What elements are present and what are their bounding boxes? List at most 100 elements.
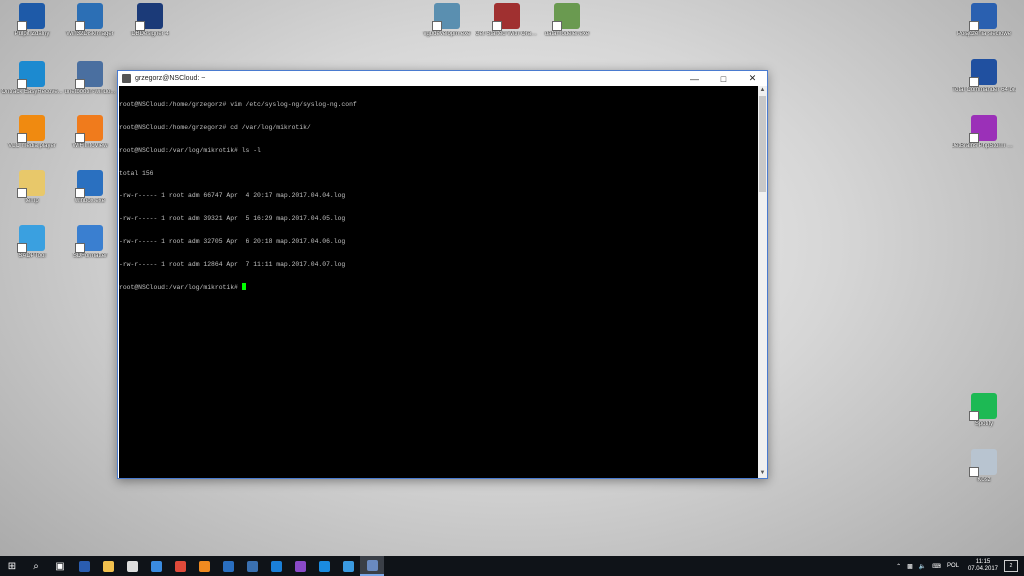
- taskbar-vpn-app-button[interactable]: [216, 556, 240, 576]
- winbox-icon: [75, 170, 103, 198]
- network-app-icon: [246, 560, 258, 572]
- desktop-icon-sdformatter[interactable]: SDFormatter: [58, 225, 122, 260]
- sdformatter-icon: [75, 225, 103, 253]
- desktop-icon-label: Ontrack EasyRecove...: [1, 89, 63, 95]
- terminal-prompt: root@NSCloud:/var/log/mikrotik#: [119, 284, 242, 292]
- chrome-icon: [174, 560, 186, 572]
- taskbar-internet-explorer-button[interactable]: [144, 556, 168, 576]
- save-app-icon: [78, 560, 90, 572]
- desktop-icon-temp[interactable]: temp: [0, 170, 64, 205]
- desktop-icon-pulpit[interactable]: Pulpit Zdalny: [0, 3, 64, 38]
- ontrack-icon: [17, 61, 45, 89]
- desktop-icon-label: Win32DiskImager: [66, 31, 114, 37]
- clock-date: 07.04.2017: [967, 566, 998, 572]
- system-tray: ⌃ ▩ 🔈 ⌨ POL 11:15 07.04.2017 2: [893, 556, 1024, 576]
- taskbar-firefox-button[interactable]: [192, 556, 216, 576]
- remote-desktop-taskbar-icon: [342, 560, 354, 572]
- clock[interactable]: 11:15 07.04.2017: [968, 559, 998, 573]
- vlc-icon: [17, 115, 45, 143]
- desktop-icon-vlc[interactable]: VLC media player: [0, 115, 64, 150]
- clock-time: 11:15: [975, 559, 991, 565]
- taskbar-save-app-button[interactable]: [72, 556, 96, 576]
- desktop-icon-phpstorm[interactable]: JetBrains PhpStorm 2016.3.2: [952, 115, 1016, 150]
- taskbar-visual-studio-button[interactable]: [288, 556, 312, 576]
- wifi-icon: [75, 115, 103, 143]
- taskbar-start-windows-button[interactable]: ⊞: [0, 556, 24, 576]
- desktop-icon-unetbootin[interactable]: unetbootin-windo...: [58, 61, 122, 96]
- terminal-line: root@NSCloud:/home/grzegorz# vim /etc/sy…: [119, 101, 357, 109]
- desktop-icon-wifi[interactable]: WiFiInfoView: [58, 115, 122, 150]
- taskbar-tablet-app-button[interactable]: [120, 556, 144, 576]
- start-windows-icon: ⊞: [7, 560, 17, 572]
- terminal-prompt-line: root@NSCloud:/var/log/mikrotik#: [119, 283, 758, 292]
- minimize-button[interactable]: —: [680, 71, 709, 86]
- desktop-icon-sadp[interactable]: SADPTool: [0, 225, 64, 260]
- desktop-icon-label: Get Started With Oracle Database 11g: [475, 31, 539, 37]
- desktop-icon-ontrack[interactable]: Ontrack EasyRecove...: [0, 61, 64, 96]
- scroll-down-icon[interactable]: ▼: [758, 469, 767, 478]
- taskbar: ⊞ ⌕ ▣ ⌃ ▩ 🔈 ⌨ POL 11:15 07.04.2017 2: [0, 556, 1024, 576]
- desktop-icon-label: SDFormatter: [72, 253, 108, 259]
- terminal-title: grzegorz@NSCloud: ~: [135, 75, 206, 82]
- data-modeler-icon: [552, 3, 580, 31]
- desktop-icon-datamodeler[interactable]: datamodeler.exe: [535, 3, 599, 38]
- desktop-icon-label: Kosz: [977, 477, 991, 483]
- remote-desktop-icon: [17, 3, 45, 31]
- taskbar-teamviewer-button[interactable]: [264, 556, 288, 576]
- desktop-icon-vsbg[interactable]: vgbdevelopm.exe: [415, 3, 479, 38]
- desktop-icon-label: WiFiInfoView: [72, 143, 108, 149]
- terminal-screen[interactable]: root@NSCloud:/home/grzegorz# vim /etc/sy…: [119, 86, 758, 478]
- db-designer-icon: [135, 3, 163, 31]
- desktop-icon-label: SADPTool: [18, 253, 46, 259]
- desktop-icon-win32[interactable]: Win32DiskImager: [58, 3, 122, 38]
- desktop-icon-label: Total Commander 64 bit: [952, 87, 1016, 93]
- close-button[interactable]: ✕: [738, 71, 767, 86]
- desktop-icon-label: datamodeler.exe: [544, 31, 590, 37]
- taskbar-remote-desktop-taskbar-button[interactable]: [336, 556, 360, 576]
- desktop: Pulpit Zdalny Win32DiskImager DBDesigner 4…: [0, 0, 1024, 556]
- desktop-icon-dbdesigner[interactable]: DBDesigner 4: [118, 3, 182, 38]
- notification-count: 2: [1009, 563, 1013, 569]
- disk-imager-icon: [75, 3, 103, 31]
- putty-icon: [366, 559, 378, 571]
- taskbar-chrome-button[interactable]: [168, 556, 192, 576]
- taskbar-network-app-button[interactable]: [240, 556, 264, 576]
- firefox-icon: [198, 560, 210, 572]
- desktop-icon-label: Pulpit Zdalny: [14, 31, 50, 37]
- action-center-icon[interactable]: 2: [1004, 560, 1018, 572]
- network-tray-icon[interactable]: ▩: [907, 563, 913, 570]
- language-indicator[interactable]: POL: [947, 563, 959, 569]
- desktop-icon-winbox[interactable]: winbox.exe: [58, 170, 122, 205]
- desktop-icon-polaczenia[interactable]: Połączenia sieciowe: [952, 3, 1016, 38]
- show-hidden-icons-icon[interactable]: ⌃: [896, 563, 901, 570]
- taskbar-edge-button[interactable]: [312, 556, 336, 576]
- sadp-icon: [17, 225, 45, 253]
- file-explorer-icon: [102, 560, 114, 572]
- edge-icon: [318, 560, 330, 572]
- keyboard-icon[interactable]: ⌨: [932, 563, 941, 570]
- desktop-icon-label: unetbootin-windo...: [64, 89, 116, 95]
- desktop-icon-kosz[interactable]: Kosz: [952, 449, 1016, 484]
- scrollbar-thumb[interactable]: [759, 96, 766, 192]
- maximize-button[interactable]: □: [709, 71, 738, 86]
- taskbar-task-view-button[interactable]: ▣: [48, 556, 72, 576]
- phpstorm-icon: [969, 115, 997, 143]
- network-connections-icon: [969, 3, 997, 31]
- terminal-window[interactable]: grzegorz@NSCloud: ~ — □ ✕ root@NSCloud:/…: [117, 70, 768, 479]
- terminal-scrollbar[interactable]: ▲ ▼: [758, 86, 767, 478]
- desktop-icon-totalcmd[interactable]: Total Commander 64 bit: [952, 59, 1016, 94]
- desktop-icon-spotify[interactable]: Spotify: [952, 393, 1016, 428]
- taskbar-putty-button[interactable]: [360, 556, 384, 576]
- terminal-line: total 156: [119, 169, 154, 177]
- volume-icon[interactable]: 🔈: [919, 563, 926, 570]
- recycle-bin-icon: [969, 449, 997, 477]
- desktop-icon-getstarted[interactable]: Get Started With Oracle Database 11g: [475, 3, 539, 38]
- internet-explorer-icon: [150, 560, 162, 572]
- taskbar-file-explorer-button[interactable]: [96, 556, 120, 576]
- scroll-up-icon[interactable]: ▲: [758, 86, 767, 95]
- taskbar-search-button[interactable]: ⌕: [24, 556, 48, 576]
- putty-icon: [122, 74, 131, 83]
- terminal-titlebar[interactable]: grzegorz@NSCloud: ~ — □ ✕: [118, 71, 767, 86]
- desktop-icon-label: vgbdevelopm.exe: [423, 31, 471, 37]
- oracle-db-icon: [492, 3, 520, 31]
